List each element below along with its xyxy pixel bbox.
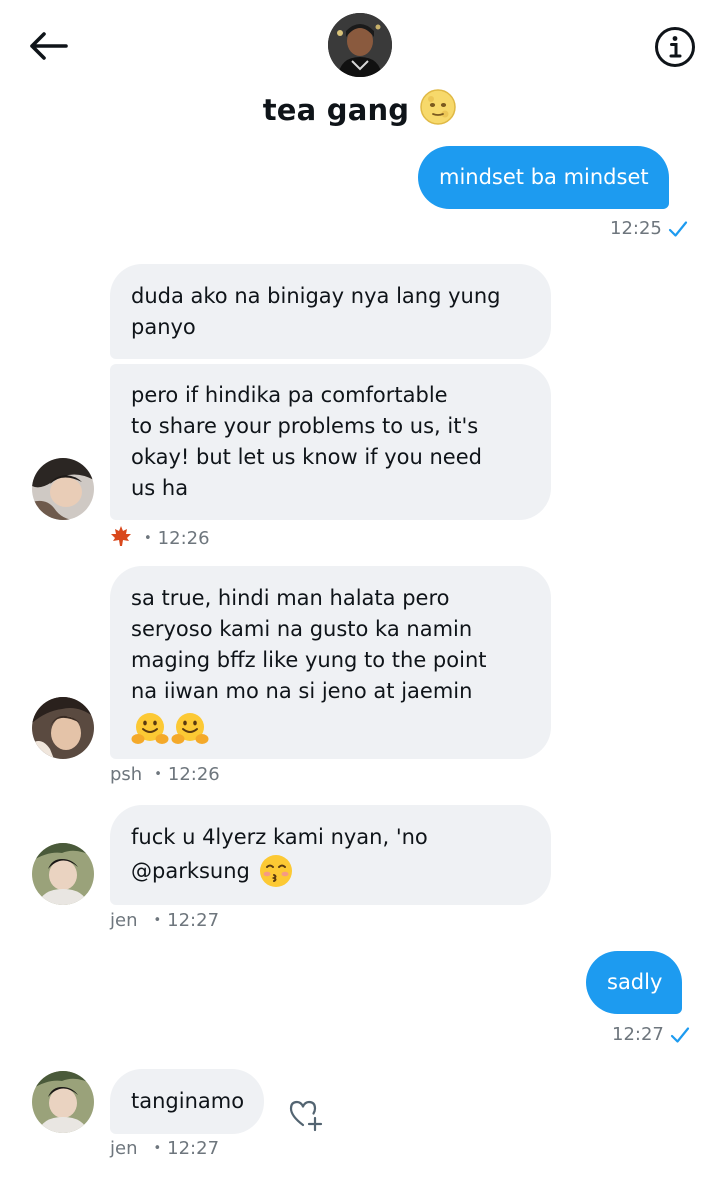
moon-face-emoji — [419, 88, 457, 131]
message-text: tanginamo — [131, 1089, 245, 1113]
message-time: 12:27 — [167, 1138, 220, 1159]
kissing-face-emoji — [259, 855, 292, 887]
message-text-line: panyo — [131, 315, 196, 339]
sender-avatar[interactable] — [32, 697, 94, 759]
message-bubble-outgoing[interactable]: sadly — [586, 951, 683, 1014]
message-time: 12:26 — [157, 528, 210, 549]
heart-plus-icon — [289, 1100, 323, 1132]
message-text-line: okay! but let us know if you need — [131, 445, 482, 469]
message-text-line: duda ako na binigay nya lang yung — [131, 284, 501, 308]
message-text: mindset ba mindset — [439, 165, 649, 189]
group-avatar[interactable] — [328, 13, 392, 77]
meta-separator: • — [153, 1141, 162, 1156]
add-reaction-button[interactable] — [288, 1098, 324, 1132]
message-time: 12:27 — [167, 910, 220, 931]
hugging-face-emoji — [131, 713, 169, 744]
meta-separator: • — [154, 767, 162, 782]
message-emoji-line — [131, 711, 531, 747]
message-bubble-incoming[interactable]: tanginamo — [110, 1069, 265, 1134]
info-button[interactable] — [650, 22, 700, 72]
message-text-line: pero if hindika pa comfortable — [131, 383, 448, 407]
message-meta: jen • 12:27 — [110, 910, 219, 931]
sender-avatar[interactable] — [32, 1071, 94, 1133]
group-name: tea gang — [262, 92, 410, 127]
message-text-line: @parksung — [131, 853, 531, 889]
sender-name: psh — [110, 764, 143, 785]
message-text-line: to share your problems to us, it's — [131, 414, 479, 438]
message-bubble-incoming[interactable]: fuck u 4lyerz kami nyan, 'no @parksung — [110, 805, 551, 905]
sent-check-icon — [668, 220, 687, 237]
mention-text: @parksung — [131, 858, 250, 883]
message-bubble-incoming[interactable]: pero if hindika pa comfortable to share … — [110, 364, 551, 520]
sender-avatar[interactable] — [32, 458, 94, 520]
meta-separator: • — [144, 531, 152, 546]
message-text-line: sa true, hindi man halata pero — [131, 586, 450, 610]
message-time: 12:27 — [612, 1024, 664, 1045]
message-time: 12:26 — [167, 764, 220, 785]
message-bubble-incoming[interactable]: sa true, hindi man halata pero seryoso k… — [110, 566, 551, 759]
message-time: 12:25 — [610, 218, 662, 239]
message-bubble-outgoing[interactable]: mindset ba mindset — [418, 146, 669, 209]
message-text-line: maging bffz like yung to the point — [131, 648, 487, 672]
sent-check-icon — [670, 1026, 689, 1043]
message-text-line: na iiwan mo na si jeno at jaemin — [131, 679, 473, 703]
sender-avatar[interactable] — [32, 843, 94, 905]
message-text-line: fuck u 4lyerz kami nyan, 'no — [131, 825, 428, 849]
message-bubble-incoming[interactable]: duda ako na binigay nya lang yung panyo — [110, 264, 551, 359]
message-meta: psh • 12:26 — [110, 764, 220, 785]
hugging-face-emoji — [171, 713, 209, 744]
message-meta: 12:27 — [612, 1024, 690, 1045]
message-meta: jen • 12:27 — [110, 1138, 219, 1159]
sender-name: jen — [110, 1138, 138, 1159]
info-circle-icon — [655, 27, 695, 67]
message-text: sadly — [607, 970, 663, 994]
message-meta: 12:25 — [610, 218, 688, 239]
maple-leaf-emoji — [110, 525, 132, 552]
meta-separator: • — [153, 913, 162, 928]
arrow-left-icon — [30, 32, 68, 60]
conversation-header: tea gang — [0, 0, 720, 140]
sender-name: jen — [110, 910, 138, 931]
message-meta: • 12:26 — [110, 525, 210, 552]
conversation-title: tea gang — [0, 88, 720, 131]
message-text-line: seryoso kami na gusto ka namin — [131, 617, 473, 641]
back-button[interactable] — [24, 24, 72, 68]
group-avatar-image — [328, 13, 392, 77]
message-text-line: us ha — [131, 476, 189, 500]
